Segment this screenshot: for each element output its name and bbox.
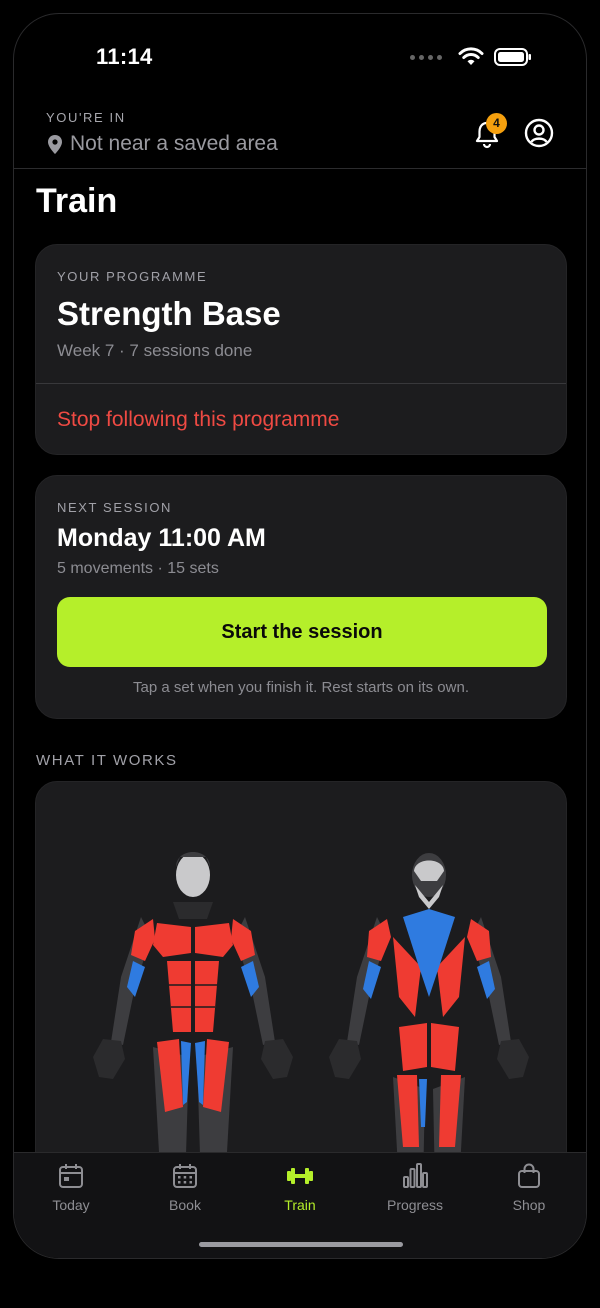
tab-label: Shop xyxy=(512,1197,546,1213)
location-selector[interactable]: Not near a saved area xyxy=(48,132,278,156)
next-session-summary: 5 movements · 15 sets xyxy=(57,560,219,577)
stop-programme-button[interactable]: Stop following this programme xyxy=(57,408,339,432)
status-time: 11:14 xyxy=(96,44,153,69)
status-bar: 11:14 xyxy=(14,14,586,104)
profile-icon[interactable] xyxy=(524,118,554,148)
tab-label: Train xyxy=(284,1197,316,1213)
tab-book[interactable]: Book xyxy=(135,1163,235,1223)
tab-label: Progress xyxy=(386,1197,444,1213)
body-front-diagram xyxy=(93,852,293,1180)
home-indicator[interactable] xyxy=(199,1242,403,1247)
start-session-button[interactable]: Start the session xyxy=(57,597,547,667)
next-session-eyebrow: NEXT SESSION xyxy=(57,500,173,515)
programme-name: Strength Base xyxy=(57,295,281,332)
muscles-section-label: WHAT IT WORKS xyxy=(36,752,178,769)
tab-train[interactable]: Train xyxy=(250,1163,350,1223)
signal-icon xyxy=(410,54,442,60)
programme-card: YOUR PROGRAMME Strength Base Week 7 · 7 … xyxy=(35,244,567,455)
tab-today[interactable]: Today xyxy=(21,1163,121,1223)
dumbbell-icon xyxy=(287,1168,313,1184)
muscle-map-card xyxy=(35,781,567,1181)
next-session-time: Monday 11:00 AM xyxy=(57,524,266,552)
card-divider xyxy=(36,383,566,384)
battery-icon xyxy=(494,48,531,66)
bar-chart-icon xyxy=(403,1163,428,1188)
page-title: Train xyxy=(36,182,118,220)
body-back-diagram xyxy=(329,853,529,1180)
programme-progress: Week 7 · 7 sessions done xyxy=(57,341,253,360)
programme-eyebrow: YOUR PROGRAMME xyxy=(57,269,208,284)
phone-frame: 11:14 YOU'RE IN Not near a saved area 4 xyxy=(13,13,587,1259)
calendar-grid-icon xyxy=(173,1164,197,1188)
tab-progress[interactable]: Progress xyxy=(365,1163,465,1223)
location-pin-icon xyxy=(48,134,62,154)
calendar-icon xyxy=(59,1164,83,1188)
notification-badge: 4 xyxy=(486,113,507,134)
wifi-icon xyxy=(458,47,484,65)
next-session-card: NEXT SESSION Monday 11:00 AM 5 movements… xyxy=(35,475,567,719)
session-hint: Tap a set when you finish it. Rest start… xyxy=(133,679,469,696)
status-icons xyxy=(410,47,532,67)
tab-label: Book xyxy=(169,1197,201,1213)
bag-icon xyxy=(518,1163,540,1188)
tab-label: Today xyxy=(52,1197,90,1213)
header-divider xyxy=(14,168,586,169)
location-label: YOU'RE IN xyxy=(46,110,126,125)
location-value: Not near a saved area xyxy=(70,132,278,155)
tab-shop[interactable]: Shop xyxy=(479,1163,579,1223)
